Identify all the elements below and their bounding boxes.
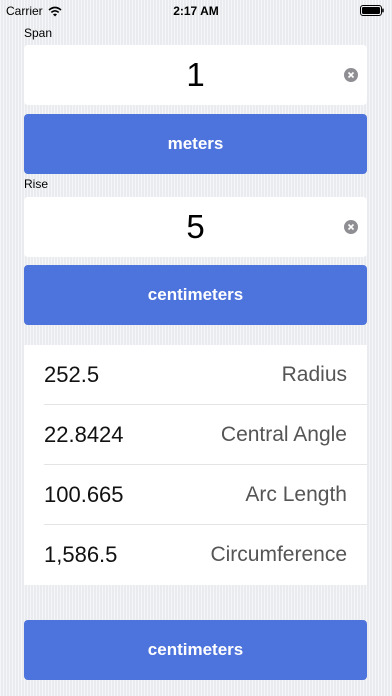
arc-length-value: 100.665 [44,482,124,507]
span-unit-button[interactable]: meters [24,114,367,174]
result-row-radius: 252.5 Radius [24,345,367,405]
arc-length-label: Arc Length [245,483,347,506]
status-time: 2:17 AM [173,4,219,18]
result-row-circumference: 1,586.5 Circumference [24,525,367,585]
clear-icon[interactable] [344,68,358,82]
result-row-central-angle: 22.8424 Central Angle [24,405,367,465]
radius-label: Radius [281,363,347,386]
status-bar: Carrier 2:17 AM [0,0,392,22]
span-label: Span [24,26,53,40]
circumference-value: 1,586.5 [44,542,118,567]
rise-input[interactable]: 5 [24,197,367,257]
rise-label: Rise [24,177,49,191]
circumference-label: Circumference [210,543,347,566]
battery-icon [360,5,384,16]
clear-icon[interactable] [344,220,358,234]
radius-value: 252.5 [44,362,100,387]
results-table: 252.5 Radius 22.8424 Central Angle 100.6… [24,345,367,585]
central-angle-value: 22.8424 [44,422,124,447]
rise-unit-button[interactable]: centimeters [24,265,367,325]
span-input-value[interactable]: 1 [64,45,327,105]
central-angle-label: Central Angle [220,423,347,446]
result-row-arc-length: 100.665 Arc Length [24,465,367,525]
rise-input-value[interactable]: 5 [64,197,327,257]
span-input[interactable]: 1 [24,45,367,105]
output-unit-button[interactable]: centimeters [24,620,367,680]
